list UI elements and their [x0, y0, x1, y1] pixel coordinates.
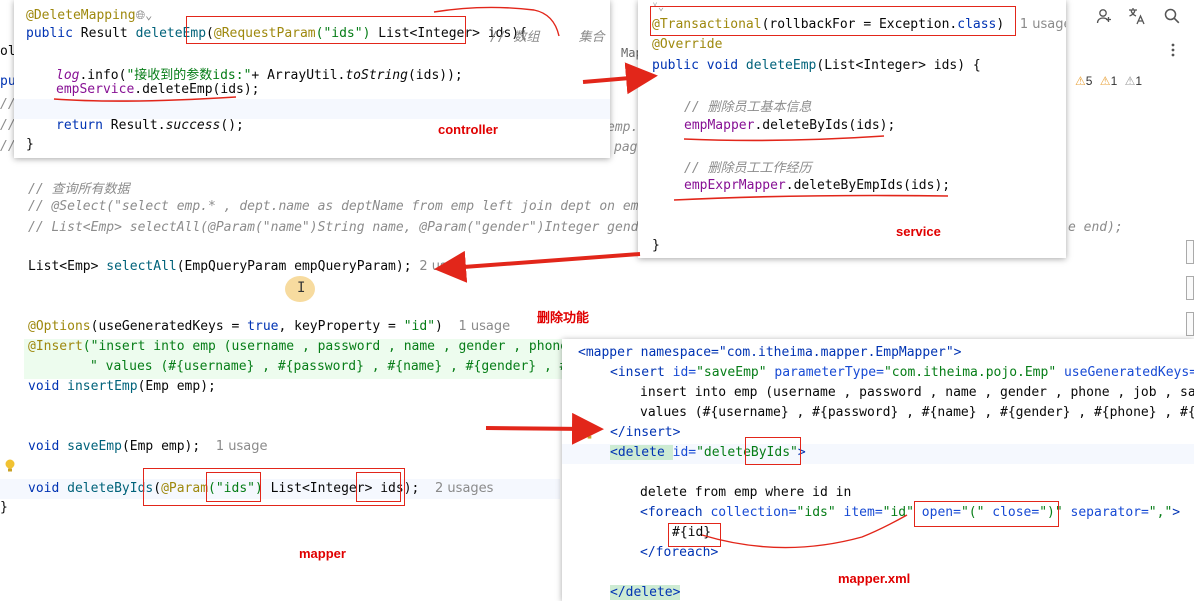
insert-values-line: " values (#{username} , #{password} , #{…	[90, 359, 568, 374]
insert-emp-declaration[interactable]: void insertEmp(Emp emp);	[28, 379, 216, 394]
search-icon[interactable]	[1164, 8, 1180, 24]
select-all-declaration[interactable]: List<Emp> selectAll(EmpQueryParam empQue…	[28, 259, 455, 274]
keyword: void	[28, 379, 68, 394]
list-comment: // List<Emp> selectAll(@Param("name")Str…	[28, 220, 647, 235]
info-count: 1	[1135, 74, 1143, 88]
warning-icon: ⚠	[1075, 74, 1086, 88]
more-options-icon[interactable]	[1166, 42, 1180, 57]
keyword: void	[28, 481, 68, 496]
usage-hint[interactable]: 2 usa	[419, 259, 454, 274]
weak-warning-count: 1	[1110, 74, 1118, 88]
mapper-label: mapper	[299, 546, 346, 561]
code-token: (useGeneratedKeys =	[90, 319, 248, 334]
comment-fragment: emp.	[607, 120, 639, 135]
code-token: , keyProperty =	[278, 319, 404, 334]
annotation: @Options	[28, 319, 91, 334]
lightbulb-icon[interactable]	[4, 458, 16, 472]
weak-warning-icon: ⚠	[1099, 74, 1111, 88]
annotation-box	[356, 472, 401, 502]
translate-icon[interactable]	[1128, 7, 1146, 25]
inspection-widget[interactable]: ⚠5 ⚠1 ⚠1	[1075, 74, 1142, 88]
comment-fragment: pag	[614, 140, 638, 155]
mapper-xml-panel[interactable]: <mapper namespace="com.itheima.mapper.Em…	[562, 339, 1194, 601]
method-name: saveEmp	[67, 439, 122, 454]
comment-fragment: e end);	[1068, 220, 1123, 235]
insert-annotation-line[interactable]: @Insert("insert into emp (username , pas…	[28, 339, 568, 354]
select-comment: // @Select("select emp.* , dept.name as …	[28, 199, 647, 214]
string-literal: "id"	[403, 319, 436, 334]
query-all-comment: // 查询所有数据	[28, 182, 130, 197]
usage-hint[interactable]: 2 usages	[435, 481, 493, 496]
save-emp-declaration[interactable]: void saveEmp(Emp emp); 1 usage	[28, 439, 268, 454]
underline-marks	[701, 514, 908, 549]
closing-brace: }	[0, 500, 8, 515]
warning-count: 5	[1085, 74, 1093, 88]
code-token: (Emp emp);	[121, 439, 201, 454]
info-icon: ⚠	[1124, 74, 1136, 88]
code-token: (Emp emp);	[137, 379, 216, 394]
service-panel[interactable]: ⱽ⌄ @Transactional(rollbackFor = Exceptio…	[638, 0, 1066, 258]
method-name: selectAll	[106, 259, 177, 274]
keyword: true	[247, 319, 279, 334]
annotation: @Insert	[28, 339, 83, 354]
underline-marks	[673, 135, 949, 201]
delete-feature-label: 删除功能	[537, 310, 590, 325]
text-cursor-icon: I	[297, 280, 306, 296]
code-token: (EmpQueryParam empQueryParam);	[176, 259, 412, 274]
string-literal: ("insert into emp (username , password ,…	[82, 339, 569, 354]
method-name: deleteByIds	[67, 481, 154, 496]
keyword: void	[28, 439, 68, 454]
annotation-box	[206, 472, 261, 502]
usage-hint[interactable]: 1 usage	[459, 319, 511, 334]
usage-hint[interactable]: 1 usage	[216, 439, 268, 454]
controller-panel[interactable]: @DeleteMapping🌐︎⌄ public Result deleteEm…	[14, 0, 610, 158]
underline-marks	[53, 6, 560, 102]
method-name: insertEmp	[67, 379, 138, 394]
options-annotation-line[interactable]: @Options(useGeneratedKeys = true, keyPro…	[28, 319, 510, 334]
code-token: List<Emp>	[28, 259, 107, 274]
code-token: )	[435, 319, 443, 334]
user-icon[interactable]	[1096, 8, 1112, 24]
